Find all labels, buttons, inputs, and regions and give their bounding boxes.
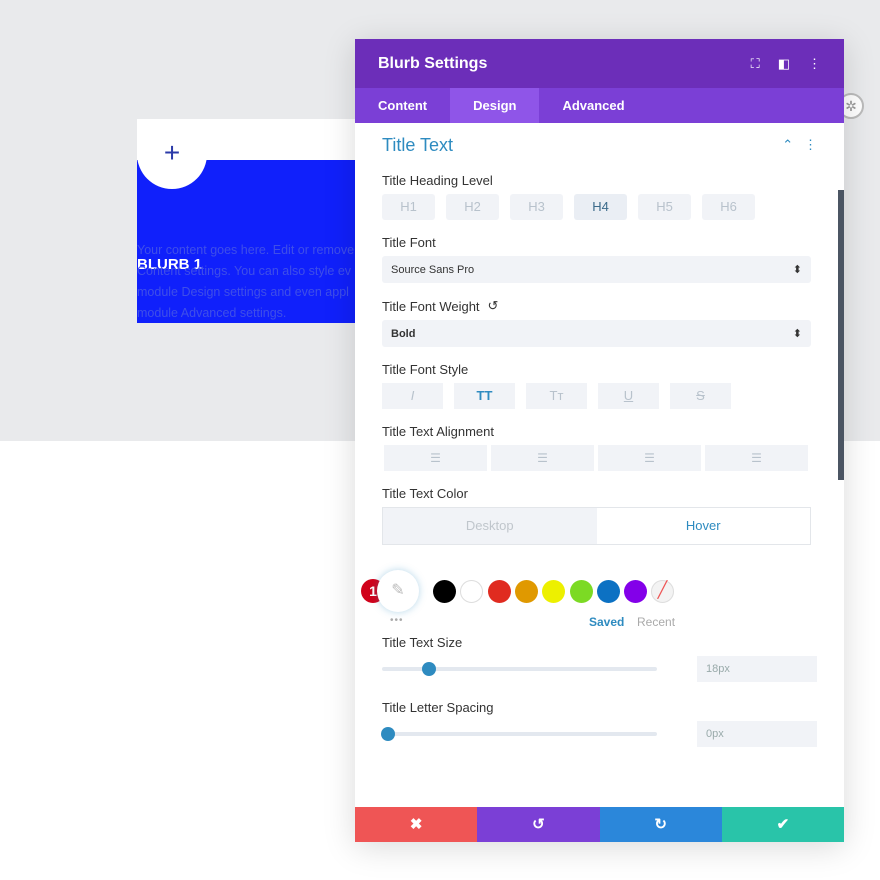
section-title: Title Text (382, 134, 454, 155)
letter-spacing-input[interactable]: 0px (697, 721, 817, 747)
color-swatch[interactable] (596, 580, 620, 603)
color-swatch[interactable] (487, 580, 511, 603)
reset-icon[interactable]: ↺ (488, 298, 499, 314)
color-swatches: 1 ✎ ╱ ••• Saved Recent (355, 553, 817, 633)
slider-handle[interactable] (421, 662, 436, 676)
select-value: Bold (391, 327, 416, 340)
eyedropper-icon[interactable]: ✎ (377, 570, 419, 612)
plus-icon[interactable]: + (137, 119, 207, 189)
color-swatch[interactable] (569, 580, 593, 603)
italic-button[interactable]: I (382, 383, 443, 409)
uppercase-button[interactable]: TT (454, 383, 515, 409)
blurb-line: module Advanced settings. (137, 306, 287, 320)
scrollbar[interactable] (838, 190, 844, 480)
text-size-input[interactable]: 18px (697, 656, 817, 682)
font-weight-select[interactable]: Bold ⬍ (382, 320, 811, 347)
color-swatch[interactable] (433, 580, 456, 603)
save-button[interactable]: ✔ (721, 807, 844, 842)
blurb-text: Your content goes here. Edit or remove C… (137, 240, 355, 324)
settings-panel: Blurb Settings ⛶ ◧ ⋮ Content Design Advanc… (355, 39, 844, 842)
letter-spacing-slider[interactable] (380, 727, 657, 741)
align-left-icon[interactable]: ☰ (384, 445, 487, 471)
more-colors-icon[interactable]: ••• (390, 615, 404, 626)
no-color-icon[interactable]: ╱ (651, 580, 674, 603)
panel-footer: ✖ ↺ ↻ ✔ (355, 807, 844, 842)
heading-level-label: Title Heading Level (382, 173, 493, 188)
split-view-icon[interactable]: ◧ (778, 56, 790, 72)
select-arrows-icon: ⬍ (792, 264, 802, 276)
font-weight-label: Title Font Weight ↺ (382, 298, 817, 314)
heading-h1-button[interactable]: H1 (382, 194, 435, 220)
align-right-icon[interactable]: ☰ (598, 445, 701, 471)
panel-header: Blurb Settings ⛶ ◧ ⋮ (355, 39, 844, 88)
align-justify-icon[interactable]: ☰ (705, 445, 808, 471)
section-header[interactable]: Title Text ⌃ ⋮ (382, 123, 817, 167)
fullscreen-icon[interactable]: ⛶ (751, 56, 760, 72)
select-arrows-icon: ⬍ (792, 328, 802, 340)
blurb-line: Your content goes here. Edit or remove (137, 243, 355, 257)
heading-h5-button[interactable]: H5 (638, 194, 691, 220)
label-text: Title Font Weight (382, 298, 480, 314)
tab-advanced[interactable]: Advanced (539, 88, 647, 123)
saved-tab[interactable]: Saved (589, 615, 624, 629)
undo-button[interactable]: ↺ (477, 807, 600, 842)
font-style-label: Title Font Style (382, 362, 469, 377)
chevron-up-icon[interactable]: ⌃ (782, 137, 793, 152)
hover-tab[interactable]: Hover (597, 508, 811, 544)
heading-h2-button[interactable]: H2 (446, 194, 499, 220)
heading-h6-button[interactable]: H6 (702, 194, 755, 220)
desktop-tab[interactable]: Desktop (383, 508, 597, 544)
blurb-line: Content settings. You can also style ev (137, 264, 352, 278)
heading-h4-button[interactable]: H4 (574, 194, 627, 220)
panel-tabs: Content Design Advanced (355, 88, 844, 123)
color-swatch[interactable] (514, 580, 538, 603)
slider-handle[interactable] (380, 727, 395, 741)
cancel-button[interactable]: ✖ (355, 807, 478, 842)
color-swatch[interactable] (542, 580, 566, 603)
title-font-label: Title Font (382, 235, 436, 250)
color-swatch[interactable] (460, 580, 484, 603)
color-swatch[interactable] (624, 580, 648, 603)
underline-button[interactable]: U (598, 383, 659, 409)
text-color-label: Title Text Color (382, 486, 468, 501)
recent-tab[interactable]: Recent (637, 615, 675, 629)
align-center-icon[interactable]: ☰ (491, 445, 594, 471)
more-options-icon[interactable]: ⋮ (804, 137, 817, 152)
redo-button[interactable]: ↻ (599, 807, 722, 842)
alignment-label: Title Text Alignment (382, 424, 494, 439)
panel-title: Blurb Settings (378, 54, 488, 72)
tab-design[interactable]: Design (450, 88, 540, 123)
select-value: Source Sans Pro (391, 263, 475, 276)
strikethrough-button[interactable]: S (670, 383, 731, 409)
blurb-module[interactable]: BLURB 1 Your content goes here. Edit or … (137, 119, 355, 323)
heading-h3-button[interactable]: H3 (510, 194, 563, 220)
title-font-select[interactable]: Source Sans Pro ⬍ (382, 256, 811, 283)
letter-spacing-label: Title Letter Spacing (382, 700, 494, 715)
text-size-label: Title Text Size (382, 635, 463, 650)
blurb-line: module Design settings and even appl (137, 285, 349, 299)
more-options-icon[interactable]: ⋮ (808, 56, 821, 72)
capitalize-button[interactable]: Tт (526, 383, 587, 409)
color-mode-toggle: Desktop Hover (382, 507, 811, 545)
tab-content[interactable]: Content (355, 88, 450, 123)
text-size-slider[interactable] (382, 662, 657, 676)
